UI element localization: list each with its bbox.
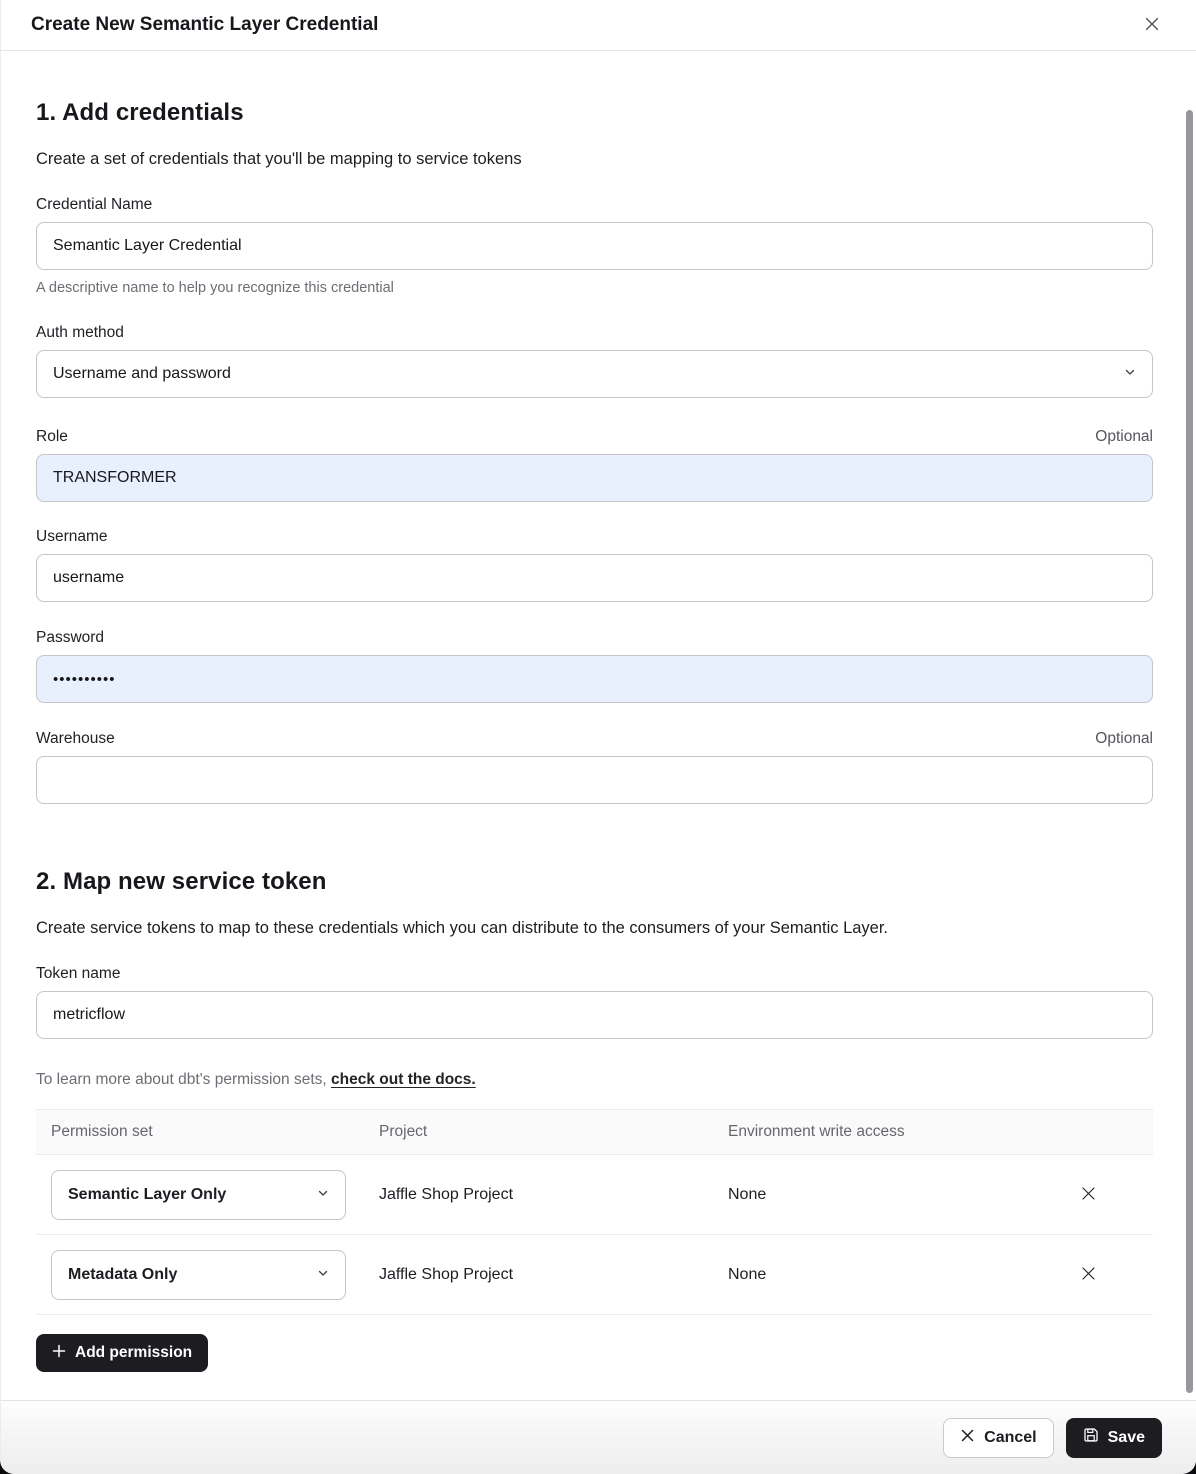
- chevron-down-icon: [317, 1186, 329, 1204]
- project-cell: Jaffle Shop Project: [379, 1266, 728, 1284]
- column-header-permission-set: Permission set: [36, 1123, 379, 1141]
- auth-method-field-group: Auth method Username and password: [36, 324, 1153, 398]
- password-field-group: Password: [36, 629, 1153, 703]
- chevron-down-icon: [1124, 365, 1136, 383]
- scrollbar[interactable]: [1186, 110, 1193, 1393]
- password-input[interactable]: [36, 655, 1153, 703]
- warehouse-input[interactable]: [36, 756, 1153, 804]
- remove-permission-button[interactable]: [1077, 1262, 1100, 1288]
- modal-title: Create New Semantic Layer Credential: [31, 14, 378, 36]
- credential-name-helper: A descriptive name to help you recognize…: [36, 280, 1153, 296]
- username-field-group: Username: [36, 528, 1153, 602]
- permission-set-select[interactable]: Metadata Only: [51, 1250, 346, 1300]
- save-button[interactable]: Save: [1066, 1418, 1162, 1458]
- save-label: Save: [1108, 1429, 1145, 1447]
- modal-header: Create New Semantic Layer Credential: [1, 0, 1196, 51]
- permission-set-selected-value: Metadata Only: [68, 1266, 177, 1284]
- warehouse-field-group: Warehouse Optional: [36, 730, 1153, 804]
- cancel-label: Cancel: [984, 1429, 1036, 1447]
- auth-method-selected-value: Username and password: [53, 365, 231, 383]
- environment-write-access-cell: None: [728, 1186, 1057, 1204]
- add-permission-button[interactable]: Add permission: [36, 1334, 208, 1372]
- cancel-button[interactable]: Cancel: [943, 1418, 1053, 1458]
- create-credential-modal: Create New Semantic Layer Credential 1. …: [0, 0, 1196, 1474]
- role-optional-badge: Optional: [1095, 428, 1153, 446]
- role-input[interactable]: [36, 454, 1153, 502]
- modal-footer: Cancel Save: [1, 1400, 1196, 1474]
- auth-method-select[interactable]: Username and password: [36, 350, 1153, 398]
- role-label: Role: [36, 428, 68, 446]
- username-input[interactable]: [36, 554, 1153, 602]
- plus-icon: [52, 1344, 66, 1363]
- column-header-environment-write-access: Environment write access: [728, 1123, 1057, 1141]
- warehouse-label: Warehouse: [36, 730, 115, 748]
- cancel-x-icon: [960, 1428, 975, 1448]
- credential-name-field-group: Credential Name A descriptive name to he…: [36, 196, 1153, 296]
- add-credentials-description: Create a set of credentials that you'll …: [36, 148, 1153, 170]
- modal-content: 1. Add credentials Create a set of crede…: [1, 51, 1196, 1400]
- docs-link[interactable]: check out the docs.: [331, 1071, 476, 1088]
- credential-name-label: Credential Name: [36, 196, 152, 214]
- remove-icon: [1079, 1264, 1098, 1286]
- warehouse-optional-badge: Optional: [1095, 730, 1153, 748]
- remove-icon: [1079, 1184, 1098, 1206]
- close-icon: [1142, 14, 1162, 37]
- token-name-field-group: Token name: [36, 965, 1153, 1039]
- column-header-project: Project: [379, 1123, 728, 1141]
- docs-note-prefix: To learn more about dbt's permission set…: [36, 1071, 327, 1088]
- map-token-heading: 2. Map new service token: [36, 866, 1153, 897]
- save-disk-icon: [1083, 1427, 1099, 1448]
- permissions-table-header: Permission set Project Environment write…: [36, 1109, 1153, 1155]
- map-token-description: Create service tokens to map to these cr…: [36, 917, 1153, 939]
- close-button[interactable]: [1140, 12, 1164, 39]
- environment-write-access-cell: None: [728, 1266, 1057, 1284]
- add-permission-label: Add permission: [75, 1344, 192, 1362]
- permission-docs-note: To learn more about dbt's permission set…: [36, 1071, 1153, 1089]
- password-label: Password: [36, 629, 104, 647]
- remove-permission-button[interactable]: [1077, 1182, 1100, 1208]
- permission-set-selected-value: Semantic Layer Only: [68, 1186, 226, 1204]
- credential-name-input[interactable]: [36, 222, 1153, 270]
- permissions-table: Permission set Project Environment write…: [36, 1109, 1153, 1315]
- chevron-down-icon: [317, 1266, 329, 1284]
- project-cell: Jaffle Shop Project: [379, 1186, 728, 1204]
- permission-row: Semantic Layer Only Jaffle Shop Project …: [36, 1155, 1153, 1235]
- token-name-label: Token name: [36, 965, 120, 983]
- role-field-group: Role Optional: [36, 428, 1153, 502]
- username-label: Username: [36, 528, 108, 546]
- permission-set-select[interactable]: Semantic Layer Only: [51, 1170, 346, 1220]
- auth-method-label: Auth method: [36, 324, 124, 342]
- add-credentials-heading: 1. Add credentials: [36, 97, 1153, 128]
- token-name-input[interactable]: [36, 991, 1153, 1039]
- permission-row: Metadata Only Jaffle Shop Project None: [36, 1235, 1153, 1315]
